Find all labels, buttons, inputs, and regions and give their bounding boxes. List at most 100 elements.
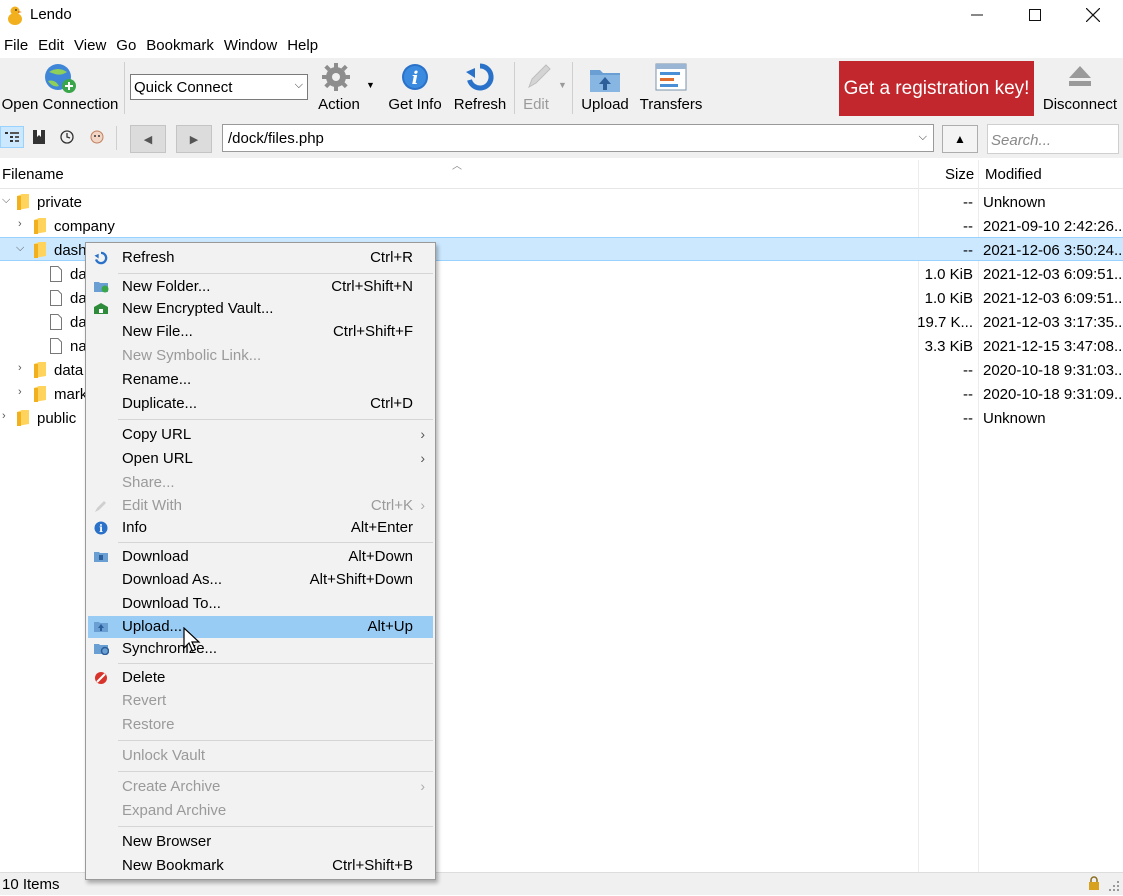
menu-item-edit-with[interactable]: Edit With Ctrl+K › [88,495,433,517]
menu-item-share[interactable]: Share... [88,472,433,494]
action-button[interactable]: ▼ Action [312,58,375,118]
history-view-button[interactable] [55,126,79,148]
path-bar: ◀ ▶ /dock/files.php ⌵ ▲ Search... [0,122,1123,158]
menu-item-new-folder[interactable]: New Folder... Ctrl+Shift+N [88,276,433,298]
menu-separator [118,771,433,772]
file-modified: 2021-12-06 3:50:24... [983,242,1121,259]
file-modified: 2020-10-18 9:31:03... [983,362,1121,379]
chevron-right-icon[interactable]: › [18,362,22,374]
resize-grip-icon[interactable] [1108,879,1120,896]
browser-view-button[interactable] [0,126,24,148]
menu-item-new-encrypted-vault[interactable]: New Encrypted Vault... [88,298,433,320]
menu-item-create-archive[interactable]: Create Archive › [88,776,433,798]
menu-item-info[interactable]: i Info Alt+Enter [88,517,433,539]
bonjour-view-button[interactable] [85,126,109,148]
upload-button[interactable]: Upload [576,58,634,118]
close-button[interactable] [1064,0,1122,30]
column-header-size[interactable]: Size [945,166,974,183]
minimize-button[interactable] [948,0,1006,30]
registration-key-button[interactable]: Get a registration key! [839,61,1034,116]
menu-item-shortcut: Ctrl+Shift+B [332,857,413,874]
menu-item-upload[interactable]: Upload... Alt+Up [88,616,433,638]
menu-item-download-to[interactable]: Download To... [88,593,433,615]
get-info-button[interactable]: i Get Info [384,58,446,118]
quick-connect-select[interactable]: Quick Connect ⌵ [130,74,308,100]
table-row[interactable]: › company -- 2021-09-10 2:42:26... [0,214,1123,238]
menu-item-revert[interactable]: Revert [88,690,433,712]
file-name: company [54,218,115,235]
menu-item-refresh[interactable]: Refresh Ctrl+R [88,247,433,269]
folder-icon [17,194,31,214]
transfers-label: Transfers [639,96,703,113]
chevron-right-icon[interactable]: › [18,386,22,398]
path-select[interactable]: /dock/files.php ⌵ [222,124,934,152]
document-icon [50,314,62,334]
file-modified: 2020-10-18 9:31:09... [983,386,1121,403]
file-name: private [37,194,83,211]
info-icon: i [94,521,108,539]
menu-bookmark[interactable]: Bookmark [142,35,218,57]
menu-item-shortcut: Ctrl+Shift+N [331,278,413,295]
chevron-right-icon[interactable]: › [18,218,22,230]
file-size: -- [963,386,973,403]
bookmarks-view-button[interactable] [27,126,51,148]
menu-item-copy-url[interactable]: Copy URL › [88,424,433,446]
menu-item-label: New File... [122,323,193,340]
menu-file[interactable]: File [0,35,32,57]
menu-separator [118,273,433,274]
menu-view[interactable]: View [70,35,110,57]
menu-item-duplicate[interactable]: Duplicate... Ctrl+D [88,393,433,415]
transfers-button[interactable]: Transfers [638,58,704,118]
upload-folder-icon [588,62,622,98]
refresh-icon [465,62,495,96]
menu-item-synchronize[interactable]: Synchronize... [88,638,433,660]
path-value: /dock/files.php [228,130,324,147]
tree-view-icon [5,132,19,142]
menu-item-label: Delete [122,669,166,686]
maximize-button[interactable] [1006,0,1064,30]
column-header-modified[interactable]: Modified [985,166,1042,183]
column-header-filename[interactable]: Filename [2,166,64,183]
menu-item-download-as[interactable]: Download As... Alt+Shift+Down [88,569,433,591]
menu-item-open-url[interactable]: Open URL › [88,448,433,470]
menu-item-new-bookmark[interactable]: New Bookmark Ctrl+Shift+B [88,855,433,877]
chevron-right-icon[interactable]: › [2,410,6,422]
table-row[interactable]: ⌵ private -- Unknown [0,190,1123,214]
menu-item-expand-archive[interactable]: Expand Archive [88,800,433,822]
disconnect-button[interactable]: Disconnect [1040,58,1120,118]
edit-button[interactable]: ▼ Edit [518,58,570,118]
chevron-down-icon[interactable]: ⌵ [2,194,10,207]
file-modified: Unknown [983,194,1046,211]
refresh-button[interactable]: Refresh [450,58,510,118]
menu-item-rename[interactable]: Rename... [88,369,433,391]
menu-item-label: Copy URL [122,426,192,443]
forward-button[interactable]: ▶ [176,125,212,153]
menu-item-new-browser[interactable]: New Browser [88,831,433,853]
sort-ascending-icon: ︿ [452,161,462,172]
gear-icon [321,62,355,98]
menu-item-unlock-vault[interactable]: Unlock Vault [88,745,433,767]
back-button[interactable]: ◀ [130,125,166,153]
parent-directory-button[interactable]: ▲ [942,125,978,153]
menu-item-new-file[interactable]: New File... Ctrl+Shift+F [88,321,433,343]
menu-go[interactable]: Go [112,35,140,57]
file-size: 19.7 K... [917,314,973,331]
item-count: 10 Items [2,876,60,893]
chevron-down-icon[interactable]: ⌵ [16,242,24,255]
menu-item-download[interactable]: Download Alt+Down [88,546,433,568]
menu-separator [118,740,433,741]
clock-icon [60,130,74,144]
file-size: 1.0 KiB [924,290,973,307]
menu-item-new-symbolic-link[interactable]: New Symbolic Link... [88,345,433,367]
menu-item-label: New Encrypted Vault... [122,300,274,317]
menu-help[interactable]: Help [283,35,322,57]
menu-item-delete[interactable]: Delete [88,667,433,689]
menu-window[interactable]: Window [220,35,281,57]
file-size: -- [963,362,973,379]
menu-item-restore[interactable]: Restore [88,714,433,736]
mouse-cursor-icon [183,626,201,657]
search-input[interactable]: Search... [987,124,1119,154]
open-connection-button[interactable]: Open Connection [0,58,120,118]
menu-edit[interactable]: Edit [34,35,68,57]
new-folder-icon [94,280,109,297]
